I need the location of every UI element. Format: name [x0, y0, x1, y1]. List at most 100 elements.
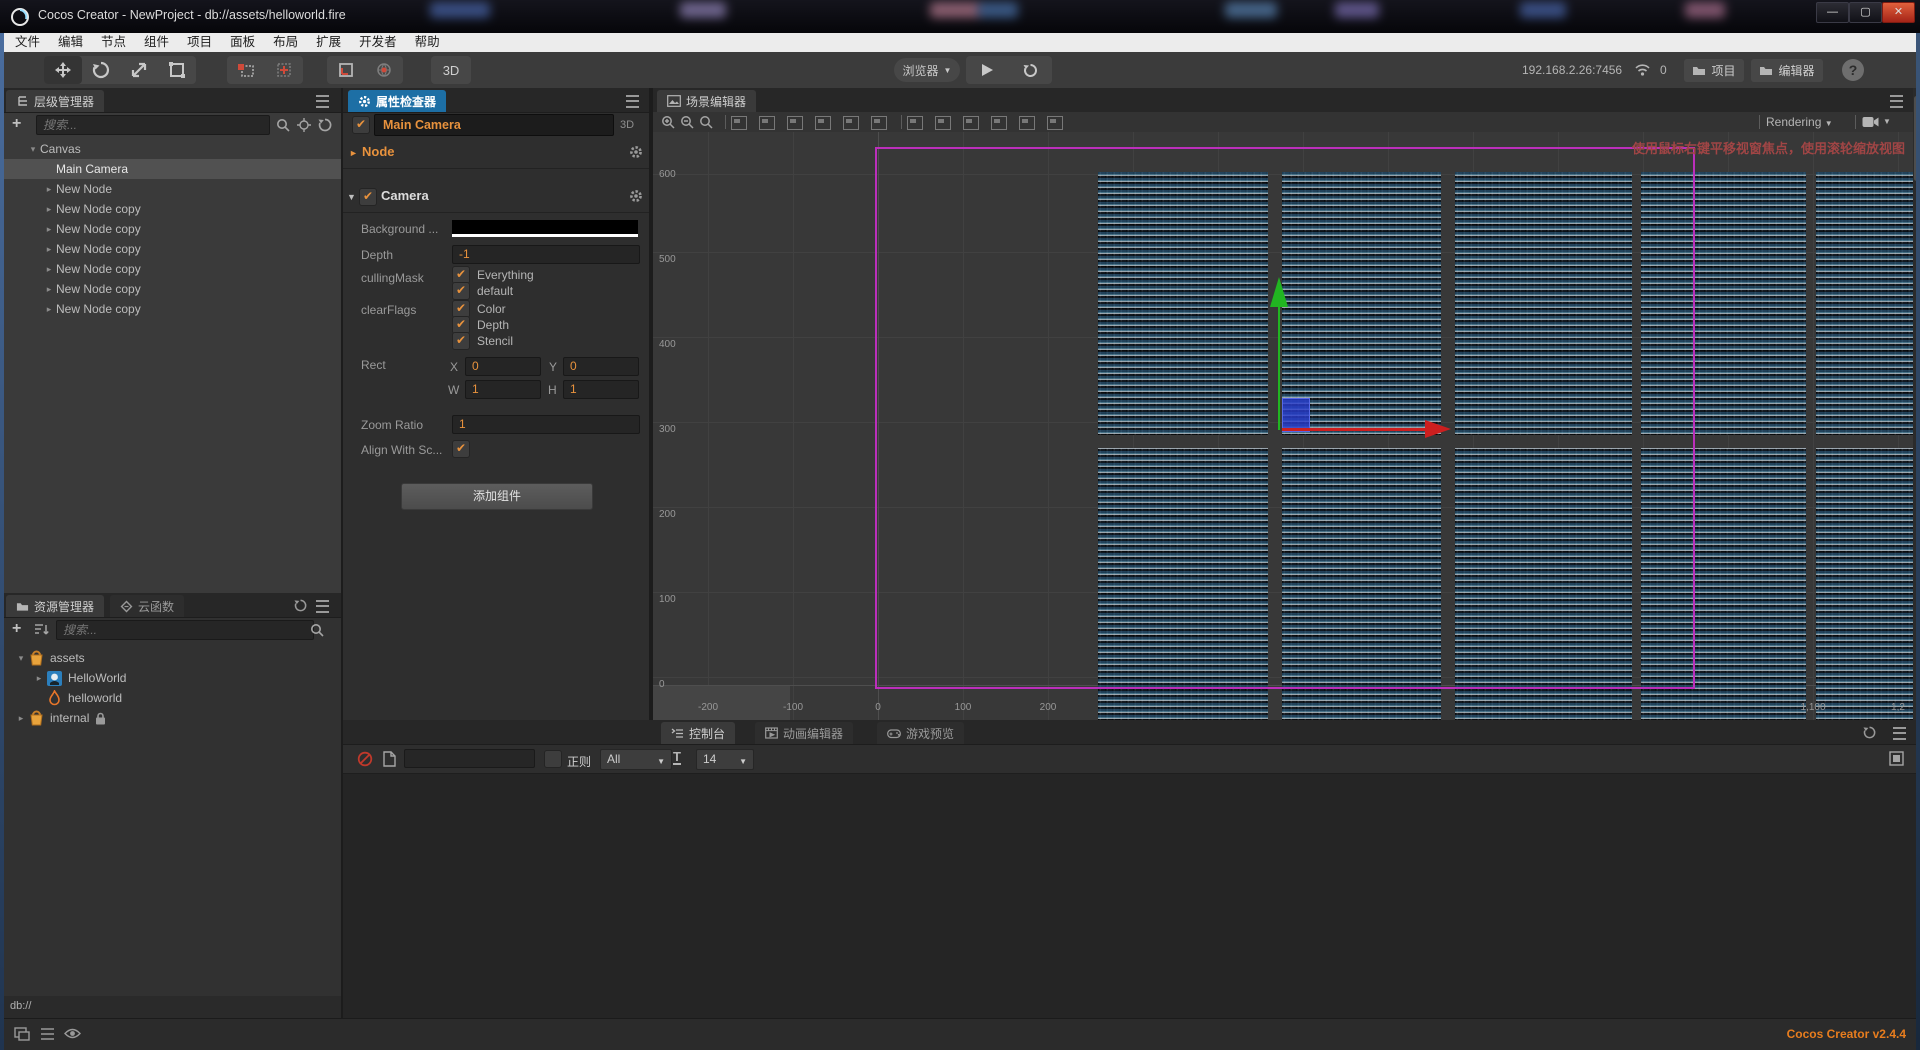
gizmo-x-arrowhead[interactable] — [1425, 420, 1451, 438]
help-button[interactable]: ? — [1842, 59, 1864, 81]
mode-3d-button[interactable]: 3D — [443, 63, 460, 78]
hierarchy-node-row[interactable]: ▸ New Node copy — [0, 279, 341, 299]
camera-enabled-checkbox[interactable]: ✔ — [359, 188, 377, 206]
search-icon[interactable] — [310, 623, 324, 637]
menu-item[interactable]: 布局 — [264, 33, 307, 52]
menu-item[interactable]: 文件 — [6, 33, 49, 52]
hierarchy-node-row[interactable]: ▾ Canvas — [0, 139, 341, 159]
align-right-icon[interactable] — [871, 116, 887, 130]
font-size-dropdown[interactable]: 14 ▼ — [696, 749, 754, 770]
panel-menu-icon[interactable] — [626, 95, 639, 108]
panel-menu-icon[interactable] — [316, 95, 329, 108]
sort-icon[interactable] — [34, 623, 50, 637]
expand-arrow-icon[interactable]: ▸ — [42, 264, 56, 275]
zoom-ratio-input[interactable]: 1 — [452, 415, 640, 434]
zoom-reset-icon[interactable] — [699, 115, 713, 129]
open-project-button[interactable]: 项目 — [1684, 59, 1744, 82]
panel-menu-icon[interactable] — [1893, 727, 1906, 740]
camera-view-icon[interactable] — [1862, 116, 1879, 128]
clearflags-option[interactable]: ✔ Stencil — [452, 332, 513, 350]
tab-hierarchy[interactable]: 层级管理器 — [6, 90, 105, 112]
log-list-icon[interactable] — [40, 1027, 55, 1041]
menu-item[interactable]: 开发者 — [350, 33, 406, 52]
preview-target-dropdown[interactable]: 浏览器 ▼ — [894, 58, 960, 82]
distribute-vcenter-icon[interactable] — [935, 116, 951, 130]
minimize-button[interactable]: — — [1816, 2, 1849, 23]
section-node[interactable]: Node — [362, 144, 395, 159]
gizmo-x-axis[interactable] — [1282, 428, 1425, 431]
play-button[interactable] — [966, 56, 1009, 84]
scene-viewport[interactable]: 600 500 400 300 200 100 0 -200 -100 0 100 200 1,10… — [653, 132, 1913, 720]
expand-arrow-icon[interactable]: ▸ — [42, 224, 56, 235]
hierarchy-search-input[interactable]: 搜索... — [36, 115, 270, 135]
console-filter-input[interactable] — [404, 749, 535, 768]
camera-dropdown-arrow[interactable]: ▼ — [1883, 117, 1891, 126]
align-vcenter-icon[interactable] — [759, 116, 775, 130]
tab-cloud-functions[interactable]: 云函数 — [110, 595, 185, 617]
tab-assets[interactable]: 资源管理器 — [6, 595, 105, 617]
rect-w-input[interactable]: 1 — [465, 380, 541, 399]
move-tool-button[interactable] — [44, 56, 82, 84]
distribute-bottom-icon[interactable] — [963, 116, 979, 130]
clear-console-icon[interactable] — [357, 751, 373, 767]
rect-x-input[interactable]: 0 — [465, 357, 541, 376]
create-node-button[interactable]: + — [12, 115, 21, 133]
hierarchy-node-row[interactable]: ▸ New Node copy — [0, 199, 341, 219]
assets-search-input[interactable]: 搜索... — [56, 620, 314, 640]
menu-item[interactable]: 节点 — [92, 33, 135, 52]
expand-arrow-icon[interactable]: ▸ — [42, 284, 56, 295]
create-asset-button[interactable]: + — [12, 620, 21, 638]
console-output[interactable] — [343, 774, 1920, 1018]
asset-row[interactable]: helloworld — [0, 688, 341, 708]
eye-icon[interactable] — [64, 1027, 81, 1040]
node-active-checkbox[interactable]: ✔ — [352, 116, 370, 134]
rendering-dropdown[interactable]: Rendering ▼ — [1766, 115, 1833, 129]
zoom-in-icon[interactable] — [661, 115, 675, 129]
pivot-anchor-button[interactable] — [227, 56, 265, 84]
pivot-center-button[interactable] — [265, 56, 303, 84]
distribute-hcenter-icon[interactable] — [1019, 116, 1035, 130]
tab-animation-editor[interactable]: 动画编辑器 — [755, 722, 854, 744]
menu-item[interactable]: 帮助 — [406, 33, 449, 52]
distribute-top-icon[interactable] — [907, 116, 923, 130]
menu-item[interactable]: 面板 — [221, 33, 264, 52]
gizmo-y-arrowhead[interactable] — [1270, 277, 1288, 307]
cullingmask-option[interactable]: ✔ Everything — [452, 266, 534, 284]
depth-input[interactable]: -1 — [452, 245, 640, 264]
hierarchy-node-row[interactable]: ▸ New Node copy — [0, 259, 341, 279]
log-file-icon[interactable] — [383, 751, 396, 767]
tab-game-preview[interactable]: 游戏预览 — [877, 722, 965, 744]
refresh-icon[interactable] — [1863, 726, 1876, 739]
world-coords-button[interactable] — [365, 56, 403, 84]
zoom-out-icon[interactable] — [680, 115, 694, 129]
gizmo-xy-plane-handle[interactable] — [1282, 398, 1310, 432]
expand-arrow-icon[interactable]: ▸ — [42, 184, 56, 195]
hierarchy-node-row[interactable]: Main Camera — [0, 159, 341, 179]
clearflags-option[interactable]: ✔ Color — [452, 300, 513, 318]
popout-icon[interactable] — [1889, 751, 1904, 766]
align-left-icon[interactable] — [815, 116, 831, 130]
menu-item[interactable]: 组件 — [135, 33, 178, 52]
node-name-field[interactable]: Main Camera — [374, 114, 614, 136]
asset-row[interactable]: ▸ internal — [0, 708, 341, 728]
align-bottom-icon[interactable] — [787, 116, 803, 130]
locate-icon[interactable] — [297, 118, 311, 132]
distribute-left-icon[interactable] — [991, 116, 1007, 130]
search-icon[interactable] — [276, 118, 290, 132]
hierarchy-node-row[interactable]: ▸ New Node — [0, 179, 341, 199]
hierarchy-node-row[interactable]: ▸ New Node copy — [0, 219, 341, 239]
open-editor-button[interactable]: 编辑器 — [1751, 59, 1823, 82]
close-button[interactable]: ✕ — [1882, 2, 1915, 23]
refresh-icon[interactable] — [318, 118, 332, 132]
tab-console[interactable]: 控制台 — [661, 722, 736, 744]
refresh-icon[interactable] — [294, 599, 307, 612]
menu-item[interactable]: 编辑 — [49, 33, 92, 52]
panel-menu-icon[interactable] — [1890, 95, 1903, 108]
regex-checkbox[interactable]: ✔ — [544, 750, 562, 768]
align-hcenter-icon[interactable] — [843, 116, 859, 130]
tab-inspector[interactable]: 属性检查器 — [348, 90, 447, 112]
hierarchy-node-row[interactable]: ▸ New Node copy — [0, 299, 341, 319]
expand-arrow-icon[interactable]: ▸ — [14, 713, 28, 724]
scale-tool-button[interactable] — [120, 56, 158, 84]
hierarchy-node-row[interactable]: ▸ New Node copy — [0, 239, 341, 259]
